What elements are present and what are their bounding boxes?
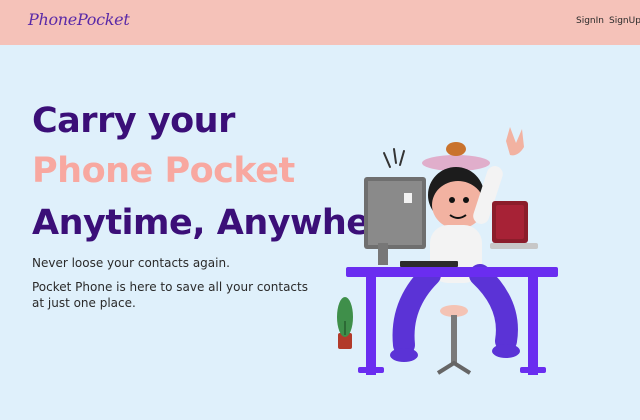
laptop-icon xyxy=(490,201,538,249)
hero-description-1: Never loose your contacts again. xyxy=(32,256,230,270)
navbar: PhonePocket SignIn SignUp xyxy=(0,0,640,45)
hero-illustration xyxy=(337,127,558,375)
chair-icon xyxy=(436,305,472,375)
hero-heading-line1: Carry your xyxy=(32,101,235,141)
brand-logo[interactable]: PhonePocket xyxy=(28,10,130,29)
hero-heading-line2: Phone Pocket xyxy=(32,151,295,191)
signup-link[interactable]: SignUp xyxy=(609,16,640,26)
monitor-icon xyxy=(364,177,426,265)
plant-icon xyxy=(337,297,353,349)
signin-link[interactable]: SignIn xyxy=(576,16,604,26)
hero-description-2: Pocket Phone is here to save all your co… xyxy=(32,280,308,310)
